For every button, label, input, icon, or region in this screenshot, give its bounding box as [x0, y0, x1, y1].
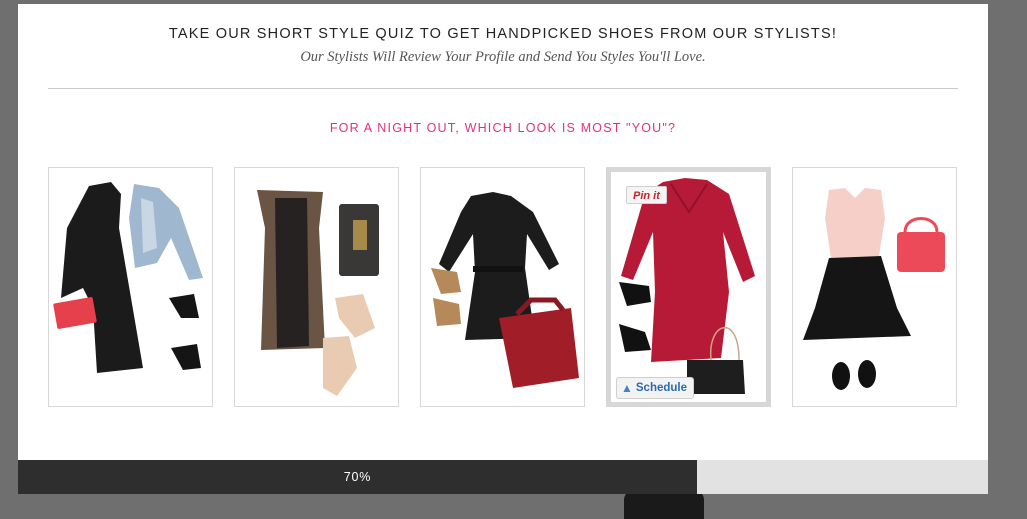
pin-it-button[interactable]: Pin it: [626, 186, 667, 204]
look-option-3[interactable]: [420, 167, 585, 407]
schedule-icon: ▲: [621, 381, 633, 395]
style-quiz-modal: TAKE OUR SHORT STYLE QUIZ TO GET HANDPIC…: [18, 4, 988, 494]
look-option-1[interactable]: [48, 167, 213, 407]
look-option-4[interactable]: Pin it ▲ Schedule: [606, 167, 771, 407]
quiz-question: FOR A NIGHT OUT, WHICH LOOK IS MOST "YOU…: [329, 121, 677, 135]
outfit-image-3: [431, 192, 579, 388]
schedule-button[interactable]: ▲ Schedule: [616, 377, 695, 399]
header-divider: [48, 88, 958, 89]
quiz-title: TAKE OUR SHORT STYLE QUIZ TO GET HANDPIC…: [168, 26, 838, 42]
quiz-progress-bar: 70%: [18, 460, 988, 494]
quiz-subtitle: Our Stylists Will Review Your Profile an…: [300, 49, 706, 65]
outfit-image-2: [257, 190, 379, 396]
look-option-2[interactable]: [234, 167, 399, 407]
progress-label: 70%: [343, 470, 372, 484]
outfit-image-4: [619, 178, 755, 394]
background-boot-image: [624, 490, 704, 519]
outfit-image-5: [803, 188, 945, 390]
look-option-5[interactable]: [792, 167, 957, 407]
schedule-label: Schedule: [635, 382, 688, 394]
outfit-image-1: [53, 182, 203, 373]
